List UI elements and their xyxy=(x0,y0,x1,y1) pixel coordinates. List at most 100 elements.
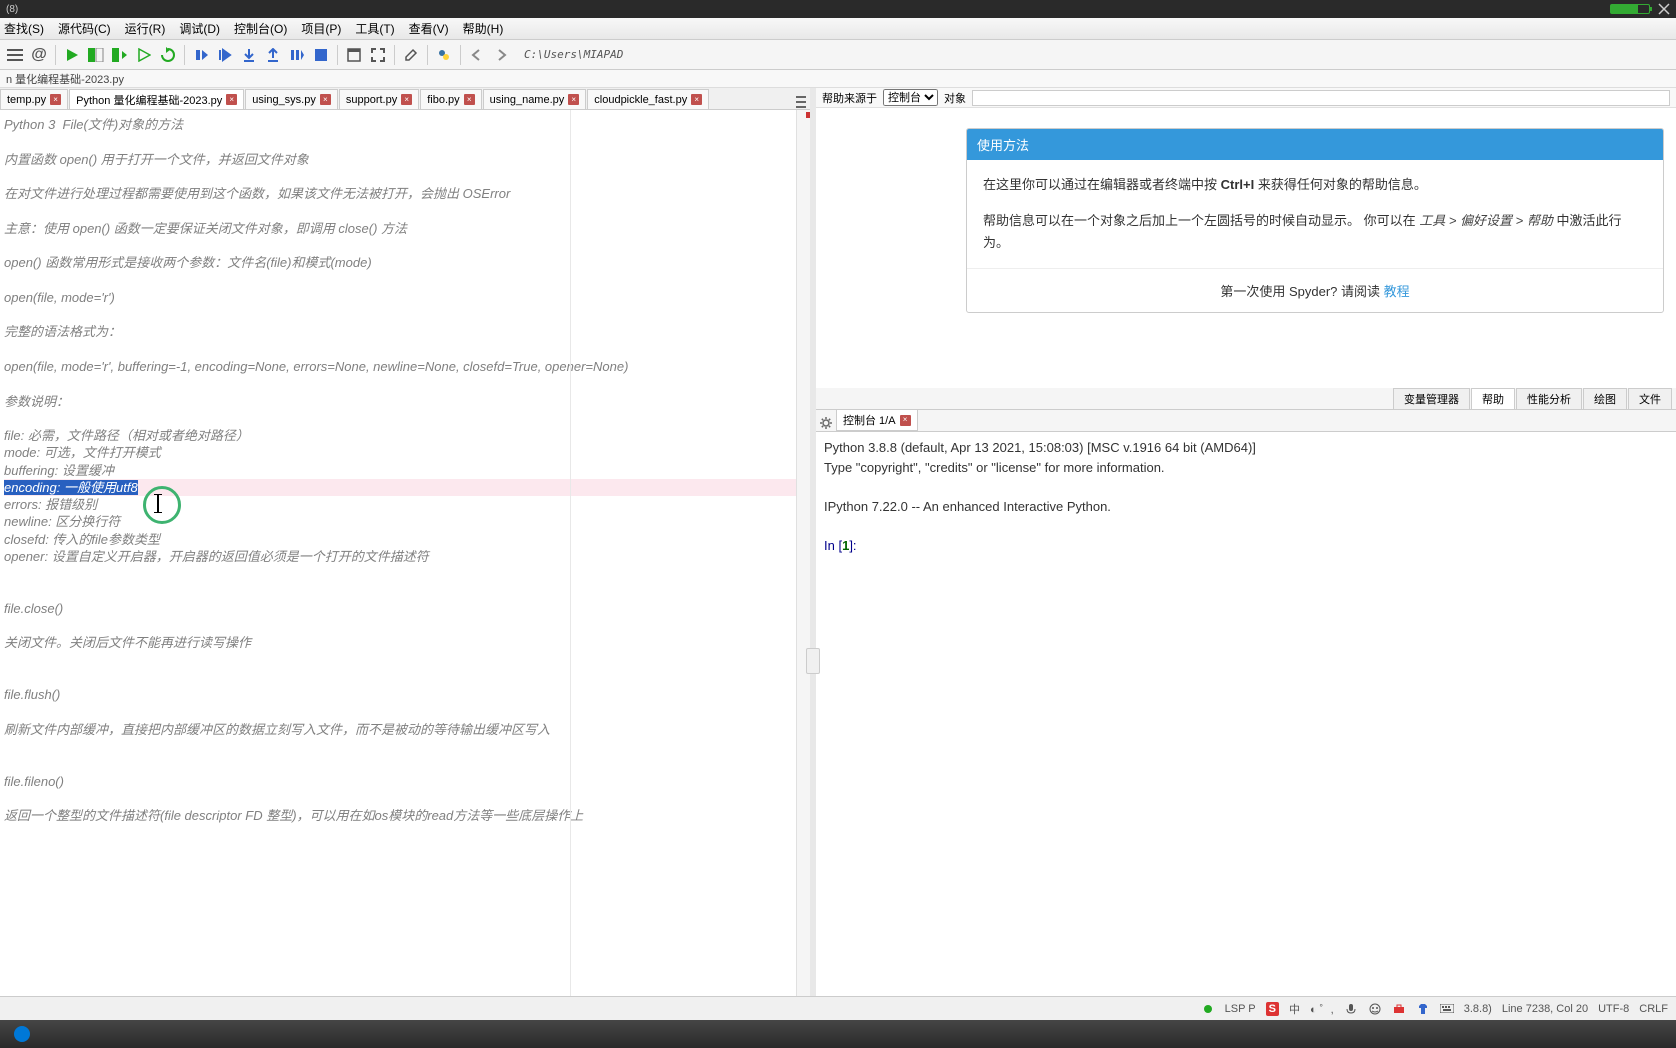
help-card-title: 使用方法 xyxy=(967,129,1663,160)
code-line: open(file, mode='r') xyxy=(4,289,806,306)
status-bar: LSP P S 中 ◐ ゜, 3.8.8) Line 7238, Col 20 … xyxy=(0,996,1676,1020)
start-button[interactable] xyxy=(4,1022,40,1046)
run-selection-icon[interactable] xyxy=(133,44,155,66)
file-tab[interactable]: fibo.py× xyxy=(420,89,481,109)
status-skin-icon[interactable] xyxy=(1416,1002,1430,1016)
help-source-select[interactable]: 控制台 xyxy=(883,89,938,106)
nav-forward-icon[interactable] xyxy=(490,44,512,66)
right-panel-tab[interactable]: 绘图 xyxy=(1583,388,1627,409)
editor-ruler xyxy=(570,110,571,1024)
ipython-console[interactable]: Python 3.8.8 (default, Apr 13 2021, 15:0… xyxy=(816,432,1676,1004)
nav-back-icon[interactable] xyxy=(466,44,488,66)
vertical-splitter[interactable] xyxy=(810,88,816,1024)
run-cell-icon[interactable] xyxy=(85,44,107,66)
code-line: newline: 区分换行符 xyxy=(4,513,806,530)
debug-stop-icon[interactable] xyxy=(310,44,332,66)
status-voice-icon[interactable] xyxy=(1344,1002,1358,1016)
ime-indicator[interactable]: S xyxy=(1266,1002,1279,1016)
rerun-icon[interactable] xyxy=(157,44,179,66)
right-panel-tab[interactable]: 性能分析 xyxy=(1516,388,1582,409)
file-tab[interactable]: using_sys.py× xyxy=(245,89,338,109)
fullscreen-icon[interactable] xyxy=(367,44,389,66)
status-keyboard-icon[interactable] xyxy=(1440,1002,1454,1016)
tab-close-icon[interactable]: × xyxy=(50,94,61,105)
status-toolbox-icon[interactable] xyxy=(1392,1002,1406,1016)
splitter-handle[interactable] xyxy=(806,648,820,674)
file-tab-label: support.py xyxy=(346,94,397,106)
code-line: 返回一个整型的文件描述符(file descriptor FD 整型)，可以用在… xyxy=(4,807,806,824)
file-tab[interactable]: temp.py× xyxy=(0,89,68,109)
file-tab-label: Python 量化编程基础-2023.py xyxy=(76,92,222,108)
code-line: 关闭文件。关闭后文件不能再进行读写操作 xyxy=(4,634,806,651)
file-tab[interactable]: using_name.py× xyxy=(483,89,587,109)
debug-step-icon[interactable] xyxy=(214,44,236,66)
console-tab-bar: 控制台 1/A × xyxy=(816,410,1676,432)
code-line: closefd: 传入的file参数类型 xyxy=(4,531,806,548)
code-line: open(file, mode='r', buffering=-1, encod… xyxy=(4,358,806,375)
debug-step-out-icon[interactable] xyxy=(262,44,284,66)
right-panel-tab[interactable]: 变量管理器 xyxy=(1393,388,1470,409)
status-punct-icon[interactable]: ◐ ゜, xyxy=(1310,1001,1334,1017)
right-panel-tab[interactable]: 文件 xyxy=(1628,388,1672,409)
cursor-position: Line 7238, Col 20 xyxy=(1502,1003,1588,1015)
debug-continue-icon[interactable] xyxy=(286,44,308,66)
help-header: 帮助来源于 控制台 对象 xyxy=(816,88,1676,108)
menu-debug[interactable]: 调试(D) xyxy=(179,20,220,37)
menu-find[interactable]: 查找(S) xyxy=(4,20,44,37)
battery-icon xyxy=(1610,4,1650,14)
lsp-label: LSP P xyxy=(1225,1003,1256,1015)
file-tab[interactable]: support.py × xyxy=(339,89,419,109)
tab-close-icon[interactable]: × xyxy=(320,94,331,105)
editor-scrollbar[interactable] xyxy=(796,110,810,1024)
code-line: open() 函数常用形式是接收两个参数：文件名(file)和模式(mode) xyxy=(4,254,806,271)
help-card: 使用方法 在这里你可以通过在编辑器或者终端中按 Ctrl+I 来获得任何对象的帮… xyxy=(966,128,1664,313)
menu-source[interactable]: 源代码(C) xyxy=(58,20,111,37)
console-prompt: In [1]: xyxy=(824,536,1668,556)
os-taskbar[interactable] xyxy=(0,1020,1676,1048)
toolbar-at-icon[interactable]: @ xyxy=(28,44,50,66)
code-line: 完整的语法格式为： xyxy=(4,323,806,340)
run-file-icon[interactable] xyxy=(61,44,83,66)
status-face-icon[interactable] xyxy=(1368,1002,1382,1016)
app-top-band: (8) xyxy=(0,0,1676,18)
right-panel-tabs: 变量管理器帮助性能分析绘图文件 xyxy=(816,388,1676,410)
menu-bar: 查找(S) 源代码(C) 运行(R) 调试(D) 控制台(O) 项目(P) 工具… xyxy=(0,18,1676,40)
menu-help[interactable]: 帮助(H) xyxy=(463,20,504,37)
tab-close-icon[interactable]: × xyxy=(691,94,702,105)
console-tab-close-icon[interactable]: × xyxy=(900,415,911,426)
pythonpath-icon[interactable] xyxy=(433,44,455,66)
console-options-icon[interactable] xyxy=(818,415,834,431)
code-editor[interactable]: Python 3 File(文件)对象的方法内置函数 open() 用于打开一个… xyxy=(0,110,810,1024)
tab-close-icon[interactable]: × xyxy=(464,94,475,105)
tab-options-icon[interactable] xyxy=(792,95,810,109)
menu-view[interactable]: 查看(V) xyxy=(409,20,449,37)
file-tab[interactable]: cloudpickle_fast.py× xyxy=(587,89,709,109)
code-line xyxy=(4,790,806,807)
menu-project[interactable]: 项目(P) xyxy=(301,20,341,37)
console-tab[interactable]: 控制台 1/A × xyxy=(836,409,918,431)
debug-step-in-icon[interactable] xyxy=(238,44,260,66)
line-ending: CRLF xyxy=(1639,1003,1668,1015)
help-object-input[interactable] xyxy=(972,90,1670,106)
preferences-icon[interactable] xyxy=(400,44,422,66)
tutorial-link[interactable]: 教程 xyxy=(1384,284,1410,299)
tab-close-icon[interactable]: × xyxy=(568,94,579,105)
tab-close-icon[interactable]: × xyxy=(226,94,237,105)
code-line: file.flush() xyxy=(4,686,806,703)
file-encoding: UTF-8 xyxy=(1598,1003,1629,1015)
python-version: 3.8.8) xyxy=(1464,1003,1492,1015)
right-panel-tab[interactable]: 帮助 xyxy=(1471,388,1515,409)
tab-close-icon[interactable]: × xyxy=(401,94,412,105)
file-tab[interactable]: Python 量化编程基础-2023.py × xyxy=(69,89,244,109)
debug-start-icon[interactable] xyxy=(190,44,212,66)
ime-mode[interactable]: 中 xyxy=(1289,1001,1300,1017)
menu-tools[interactable]: 工具(T) xyxy=(355,20,394,37)
code-line xyxy=(4,583,806,600)
maximize-pane-icon[interactable] xyxy=(343,44,365,66)
menu-run[interactable]: 运行(R) xyxy=(125,20,166,37)
run-cell-advance-icon[interactable] xyxy=(109,44,131,66)
toolbar-menu-icon[interactable] xyxy=(4,44,26,66)
menu-console[interactable]: 控制台(O) xyxy=(234,20,287,37)
close-window-icon[interactable] xyxy=(1658,3,1670,15)
code-line xyxy=(4,704,806,721)
